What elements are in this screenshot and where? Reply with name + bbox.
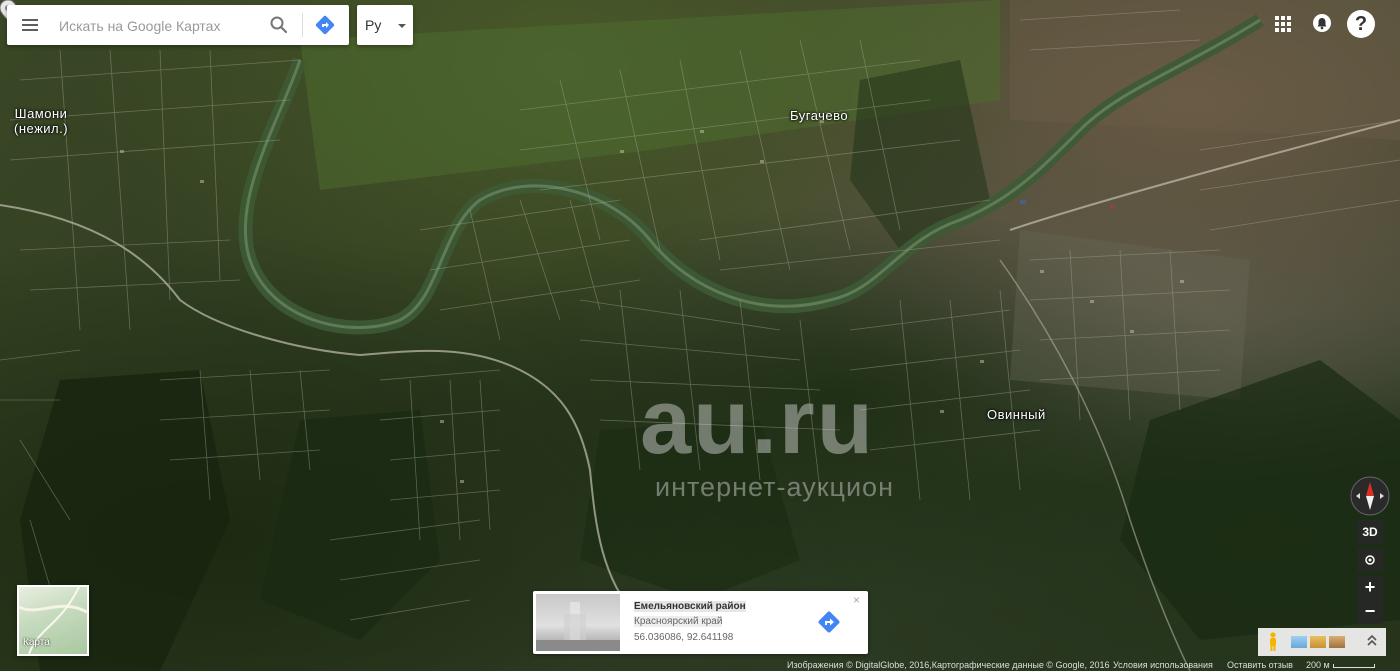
- place-info-card[interactable]: Емельяновский район Красноярский край 56…: [533, 591, 868, 654]
- attribution-footer: Изображения © DigitalGlobe, 2016,Картогр…: [783, 659, 1400, 671]
- satellite-map[interactable]: Шамони (нежил.) Бугачево Овинный: [0, 0, 1400, 671]
- place-label-ovinny-text: Овинный: [987, 407, 1046, 422]
- zoom-in-button[interactable]: +: [1357, 576, 1383, 600]
- apps-grid-icon[interactable]: [1275, 16, 1291, 32]
- place-title: Емельяновский район: [634, 601, 746, 612]
- my-location-button[interactable]: [1357, 548, 1383, 572]
- compass-icon[interactable]: [1350, 476, 1390, 516]
- pegman-icon[interactable]: [1268, 632, 1278, 652]
- language-selector[interactable]: Ру: [357, 5, 413, 45]
- watermark-subtitle: интернет-аукцион: [655, 472, 894, 502]
- map-features: [0, 0, 1400, 671]
- watermark-logo: au.ru: [640, 371, 875, 473]
- place-label-bugachevo-text: Бугачево: [790, 108, 849, 123]
- map-mode-thumbnail[interactable]: Карта: [17, 585, 89, 656]
- map-thumbnail-label: Карта: [23, 637, 50, 648]
- search-box: [7, 5, 349, 45]
- layers-strip: [1258, 628, 1386, 656]
- help-icon[interactable]: ?: [1347, 10, 1375, 38]
- language-selected: Ру: [365, 17, 382, 33]
- 3d-toggle-button[interactable]: 3D: [1357, 520, 1383, 544]
- attribution-text: Изображения © DigitalGlobe, 2016,Картогр…: [787, 660, 1110, 670]
- layer-thumbnail-2[interactable]: [1310, 636, 1326, 648]
- notifications-icon[interactable]: [1313, 14, 1331, 32]
- layer-thumbnail-3[interactable]: [1329, 636, 1345, 648]
- zoom-out-button[interactable]: −: [1357, 600, 1383, 624]
- route-directions-icon[interactable]: [816, 609, 842, 635]
- search-icon[interactable]: [269, 15, 289, 35]
- place-label-bugachevo[interactable]: Бугачево: [790, 108, 848, 123]
- scale-label: 200 м: [1306, 660, 1330, 670]
- scale-bar: [1333, 664, 1375, 668]
- place-photo[interactable]: [536, 594, 620, 651]
- chevron-down-icon: [398, 24, 406, 28]
- hamburger-menu-icon[interactable]: [19, 15, 41, 35]
- close-icon[interactable]: ×: [853, 593, 860, 607]
- place-coordinates: 56.036086, 92.641198: [634, 632, 734, 643]
- place-region: Красноярский край: [634, 616, 723, 627]
- feedback-link[interactable]: Оставить отзыв: [1227, 659, 1293, 671]
- place-label-shamoni[interactable]: Шамони (нежил.): [14, 106, 68, 136]
- place-photo-image: [536, 602, 620, 651]
- terms-link[interactable]: Условия использования: [1113, 659, 1213, 671]
- layer-thumbnail-1[interactable]: [1291, 636, 1307, 648]
- my-location-icon: [1365, 555, 1375, 565]
- place-label-ovinny[interactable]: Овинный: [987, 407, 1046, 422]
- expand-icon[interactable]: [1366, 634, 1378, 648]
- directions-icon[interactable]: [315, 15, 335, 35]
- search-input[interactable]: [57, 15, 261, 37]
- place-label-shamoni-text: Шамони (нежил.): [14, 106, 69, 136]
- search-divider: [302, 13, 303, 37]
